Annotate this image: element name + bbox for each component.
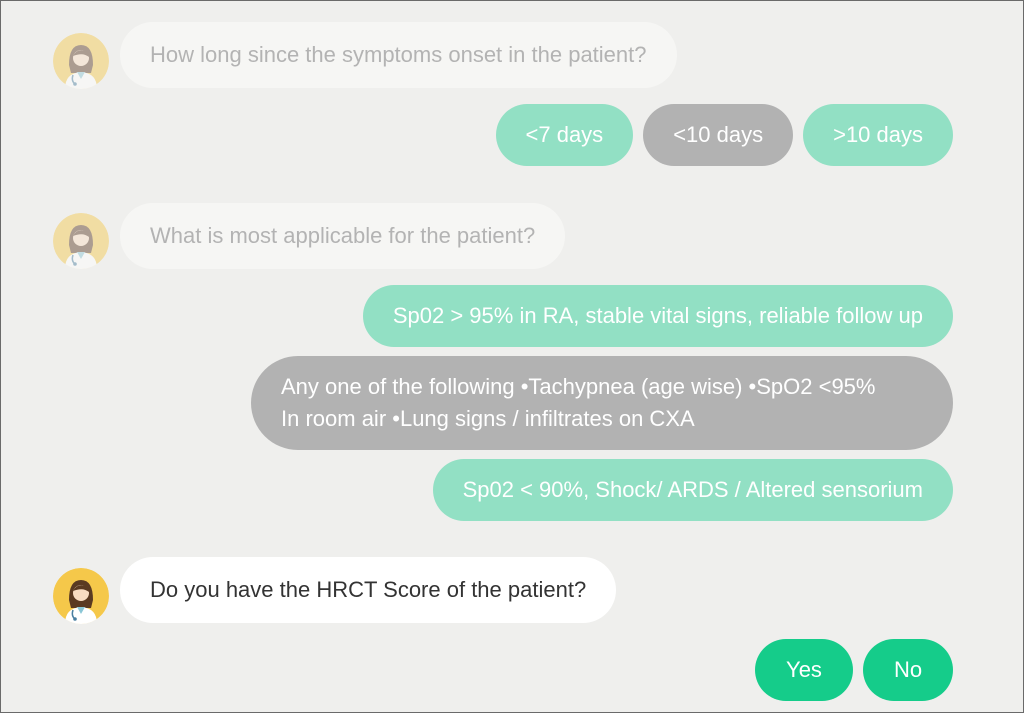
- option-line: In room air •Lung signs / infiltrates on…: [281, 406, 695, 431]
- option-gt-10-days-button[interactable]: >10 days: [803, 104, 953, 166]
- option-tachypnea-button[interactable]: Any one of the following •Tachypnea (age…: [251, 356, 953, 450]
- bot-question-bubble: How long since the symptoms onset in the…: [120, 22, 677, 88]
- option-lt-10-days-button[interactable]: <10 days: [643, 104, 794, 166]
- option-shock-ards-button[interactable]: Sp02 < 90%, Shock/ ARDS / Altered sensor…: [432, 459, 953, 521]
- option-stable-vitals-button[interactable]: Sp02 > 95% in RA, stable vital signs, re…: [362, 285, 953, 347]
- bot-question-bubble: Do you have the HRCT Score of the patien…: [120, 557, 617, 623]
- no-button[interactable]: No: [863, 639, 953, 701]
- chat-window: How long since the symptoms onset in the…: [0, 0, 1024, 713]
- answer-options-row: Yes No: [755, 639, 953, 701]
- answer-options-row: <7 days <10 days >10 days: [495, 104, 953, 166]
- option-line: Any one of the following •Tachypnea (age…: [281, 374, 876, 399]
- doctor-avatar-icon: [53, 213, 109, 269]
- yes-button[interactable]: Yes: [755, 639, 853, 701]
- doctor-avatar-icon: [53, 568, 109, 624]
- doctor-avatar-icon: [53, 33, 109, 89]
- bot-question-bubble: What is most applicable for the patient?: [120, 203, 566, 269]
- option-lt-7-days-button[interactable]: <7 days: [495, 104, 634, 166]
- answer-options-column: Sp02 > 95% in RA, stable vital signs, re…: [251, 285, 953, 521]
